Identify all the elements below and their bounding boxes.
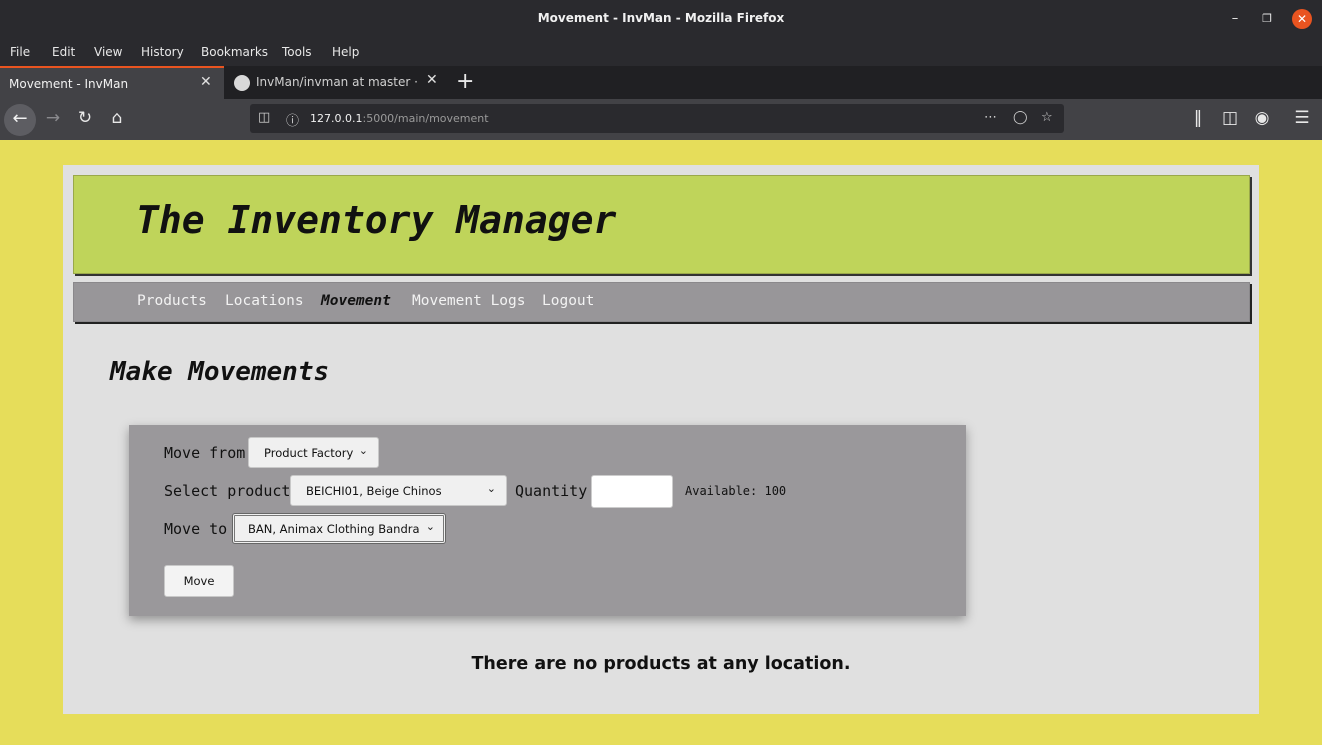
move-from-value: Product Factory [264,446,354,460]
tab-bar: Movement - InvMan ✕ InvMan/invman at mas… [0,66,1322,99]
page-actions-icon[interactable]: ⋯ [984,110,997,125]
nav-logout[interactable]: Logout [542,293,594,309]
page-container: The Inventory Manager Products Locations… [63,165,1259,714]
quantity-label: Quantity [515,482,588,500]
menu-tools[interactable]: Tools [282,45,312,59]
chevron-down-icon: ⌄ [425,520,435,533]
move-to-label: Move to [164,520,228,538]
nav-movement[interactable]: Movement [321,293,391,309]
github-icon [234,75,250,91]
tab-github[interactable]: InvMan/invman at master · 7zm ✕ [226,66,448,99]
site-banner: The Inventory Manager [73,175,1250,274]
move-from-select[interactable]: Product Factory ⌄ [248,437,379,468]
menu-history[interactable]: History [141,45,184,59]
minimize-button[interactable]: – [1225,9,1245,29]
nav-products[interactable]: Products [137,293,207,309]
sidebar-icon[interactable]: ◫ [1218,108,1242,128]
move-button[interactable]: Move [164,565,234,597]
close-tab-icon[interactable]: ✕ [200,74,212,90]
library-icon[interactable]: ‖ [1186,108,1210,128]
menu-edit[interactable]: Edit [52,45,75,59]
forward-arrow-icon[interactable]: → [41,108,65,128]
maximize-button[interactable]: ❐ [1257,9,1277,29]
site-nav: Products Locations Movement Movement Log… [73,282,1250,322]
tab-movement[interactable]: Movement - InvMan ✕ [0,66,224,99]
chevron-down-icon: ⌄ [486,482,496,495]
site-title: The Inventory Manager [136,198,617,242]
address-bar[interactable]: ◫ ⓘ 127.0.0.1:5000/main/movement ⋯ ◯ ☆ [250,104,1064,133]
bookmark-star-icon[interactable]: ☆ [1041,110,1053,125]
product-select[interactable]: BEICHI01, Beige Chinos ⌄ [290,475,507,506]
move-from-label: Move from [164,444,246,462]
select-product-label: Select product [164,482,291,500]
nav-movement-logs[interactable]: Movement Logs [412,293,526,309]
pocket-icon[interactable]: ◯ [1013,110,1028,125]
tab-label: InvMan/invman at master · 7zm [256,75,421,89]
reload-icon[interactable]: ↻ [73,108,97,128]
back-arrow-icon[interactable]: ← [4,104,36,136]
available-count: Available: 100 [685,484,787,498]
window-title: Movement - InvMan - Mozilla Firefox [537,11,785,25]
page-heading: Make Movements [110,357,330,387]
url-host: 127.0.0.1 [310,112,363,125]
movement-form: Move from Product Factory ⌄ Select produ… [129,425,966,616]
tab-label: Movement - InvMan [9,77,129,91]
menu-view[interactable]: View [94,45,122,59]
close-tab-icon[interactable]: ✕ [426,72,438,88]
move-to-value: BAN, Animax Clothing Bandra [248,522,420,536]
window-titlebar: Movement - InvMan - Mozilla Firefox – ❐ … [0,0,1322,38]
info-icon[interactable]: ⓘ [286,110,299,129]
hamburger-menu-icon[interactable]: ☰ [1290,108,1314,128]
home-icon[interactable]: ⌂ [105,108,129,128]
account-icon[interactable]: ◉ [1250,108,1274,128]
chevron-down-icon: ⌄ [358,444,368,457]
close-window-button[interactable]: ✕ [1292,9,1312,29]
move-to-select[interactable]: BAN, Animax Clothing Bandra ⌄ [232,513,446,544]
menu-help[interactable]: Help [332,45,359,59]
url-path: :5000/main/movement [362,112,489,125]
nav-locations[interactable]: Locations [225,293,304,309]
new-tab-icon[interactable]: + [456,69,474,94]
quantity-input[interactable] [591,475,673,508]
menu-bookmarks[interactable]: Bookmarks [201,45,268,59]
product-value: BEICHI01, Beige Chinos [306,484,442,498]
empty-state-message: There are no products at any location. [471,654,851,674]
menu-bar: File Edit View History Bookmarks Tools H… [0,38,1322,66]
shield-icon[interactable]: ◫ [258,110,270,125]
navigation-toolbar: ← → ↻ ⌂ ◫ ⓘ 127.0.0.1:5000/main/movement… [0,99,1322,140]
menu-file[interactable]: File [10,45,30,59]
url-text: 127.0.0.1:5000/main/movement [310,112,489,125]
